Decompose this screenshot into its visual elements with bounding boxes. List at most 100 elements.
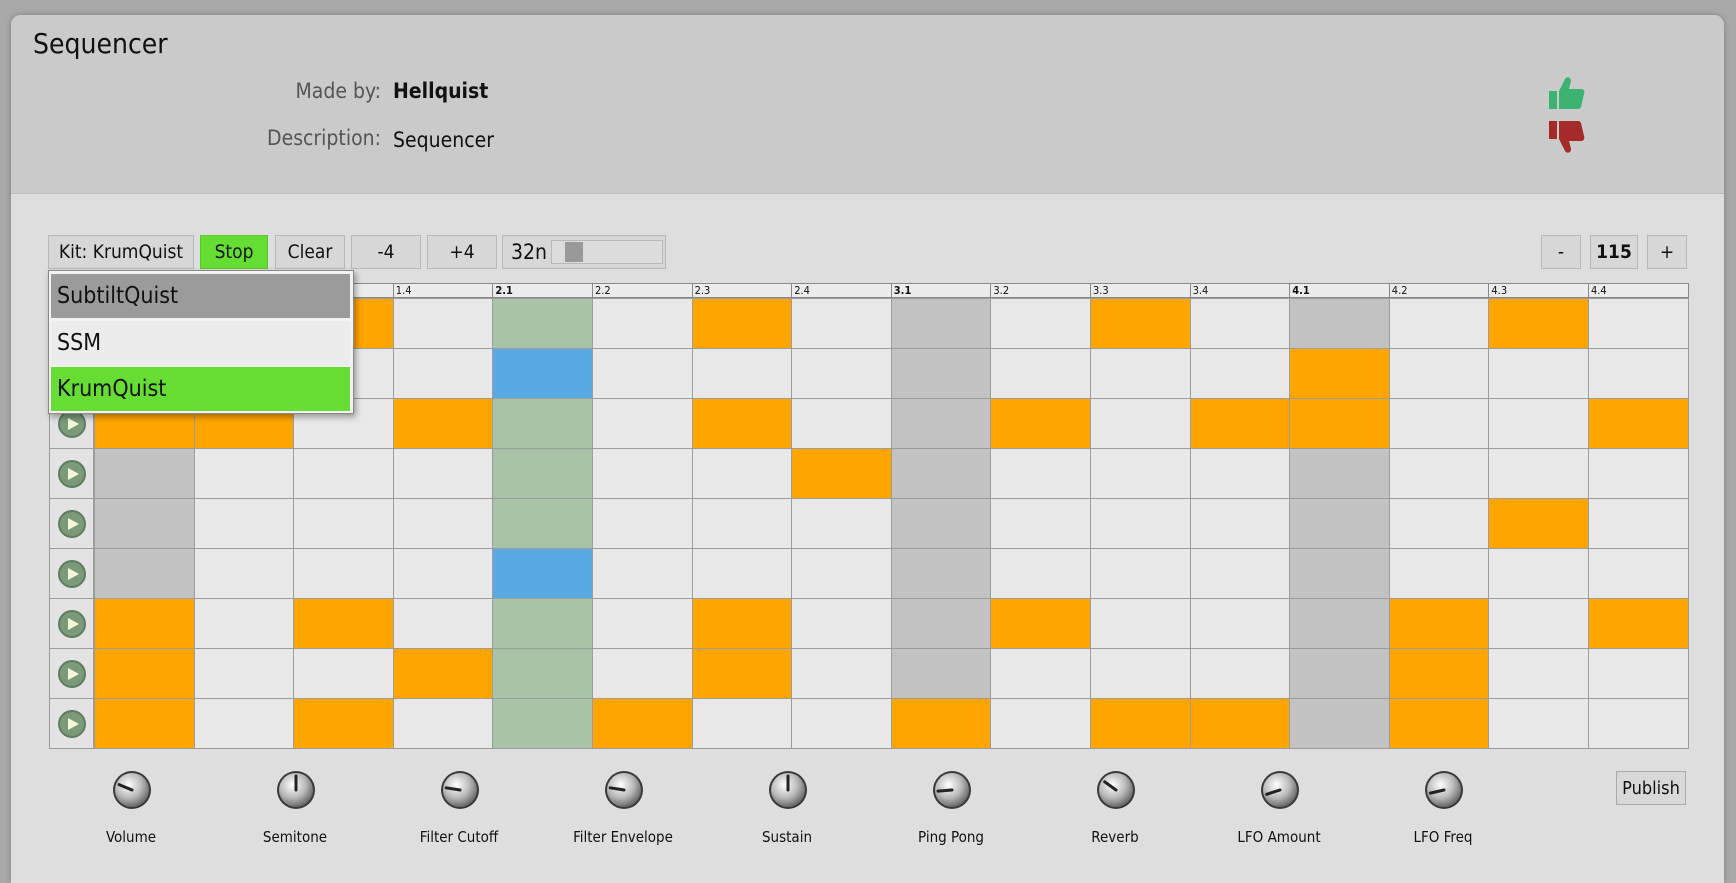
step-cell[interactable] xyxy=(890,298,992,349)
step-cell[interactable] xyxy=(392,548,494,599)
step-cell[interactable] xyxy=(94,448,195,499)
step-cell[interactable] xyxy=(691,448,793,499)
step-cell[interactable] xyxy=(293,598,394,649)
step-cell[interactable] xyxy=(691,348,793,399)
kit-option-ssm[interactable]: SSM xyxy=(51,321,350,365)
kit-select-button[interactable]: Kit: KrumQuist xyxy=(48,235,194,269)
step-cell[interactable] xyxy=(1090,298,1191,349)
step-cell[interactable] xyxy=(1588,348,1689,399)
step-cell[interactable] xyxy=(1189,348,1291,399)
step-cell[interactable] xyxy=(1588,448,1689,499)
step-cell[interactable] xyxy=(1289,348,1390,399)
step-cell[interactable] xyxy=(791,598,892,649)
step-cell[interactable] xyxy=(592,598,693,649)
step-cell[interactable] xyxy=(293,448,394,499)
step-cell[interactable] xyxy=(1488,598,1589,649)
step-cell[interactable] xyxy=(1388,348,1490,399)
step-cell[interactable] xyxy=(691,398,793,449)
step-cell[interactable] xyxy=(1090,498,1191,549)
step-cell[interactable] xyxy=(492,598,593,649)
knob[interactable] xyxy=(767,769,809,811)
step-cell[interactable] xyxy=(1388,648,1490,699)
step-cell[interactable] xyxy=(691,698,793,749)
step-cell[interactable] xyxy=(1090,348,1191,399)
step-cell[interactable] xyxy=(94,548,195,599)
step-cell[interactable] xyxy=(94,648,195,699)
step-cell[interactable] xyxy=(990,348,1091,399)
step-cell[interactable] xyxy=(1588,298,1689,349)
step-cell[interactable] xyxy=(492,548,593,599)
step-cell[interactable] xyxy=(791,398,892,449)
step-cell[interactable] xyxy=(1588,598,1689,649)
step-cell[interactable] xyxy=(990,548,1091,599)
step-cell[interactable] xyxy=(1588,498,1689,549)
step-cell[interactable] xyxy=(492,348,593,399)
step-cell[interactable] xyxy=(1588,698,1689,749)
tempo-increase-button[interactable]: + xyxy=(1647,235,1687,269)
step-cell[interactable] xyxy=(1189,698,1291,749)
step-cell[interactable] xyxy=(492,648,593,699)
step-cell[interactable] xyxy=(293,698,394,749)
step-cell[interactable] xyxy=(1388,598,1490,649)
step-cell[interactable] xyxy=(791,498,892,549)
step-cell[interactable] xyxy=(592,398,693,449)
step-cell[interactable] xyxy=(1289,398,1390,449)
step-cell[interactable] xyxy=(492,298,593,349)
knob[interactable] xyxy=(439,769,481,811)
step-cell[interactable] xyxy=(1488,448,1589,499)
kit-option-krumquist[interactable]: KrumQuist xyxy=(51,367,350,411)
step-cell[interactable] xyxy=(1388,298,1490,349)
step-cell[interactable] xyxy=(1289,698,1390,749)
step-cell[interactable] xyxy=(1090,648,1191,699)
step-cell[interactable] xyxy=(990,498,1091,549)
step-cell[interactable] xyxy=(990,598,1091,649)
play-icon[interactable] xyxy=(58,610,86,638)
step-cell[interactable] xyxy=(592,648,693,699)
step-cell[interactable] xyxy=(890,698,992,749)
step-cell[interactable] xyxy=(1090,448,1191,499)
step-cell[interactable] xyxy=(691,598,793,649)
step-cell[interactable] xyxy=(94,698,195,749)
stop-button[interactable]: Stop xyxy=(200,235,268,269)
step-cell[interactable] xyxy=(1488,548,1589,599)
step-cell[interactable] xyxy=(293,548,394,599)
step-cell[interactable] xyxy=(1488,348,1589,399)
step-cell[interactable] xyxy=(592,298,693,349)
step-cell[interactable] xyxy=(1090,398,1191,449)
play-icon[interactable] xyxy=(58,660,86,688)
step-cell[interactable] xyxy=(1189,548,1291,599)
slider-thumb[interactable] xyxy=(565,242,583,262)
publish-button[interactable]: Publish xyxy=(1616,771,1686,805)
step-cell[interactable] xyxy=(1189,598,1291,649)
step-cell[interactable] xyxy=(492,698,593,749)
step-cell[interactable] xyxy=(1189,498,1291,549)
step-cell[interactable] xyxy=(1289,598,1390,649)
step-cell[interactable] xyxy=(193,498,295,549)
step-cell[interactable] xyxy=(990,448,1091,499)
step-cell[interactable] xyxy=(791,548,892,599)
step-cell[interactable] xyxy=(1289,648,1390,699)
step-cell[interactable] xyxy=(1189,648,1291,699)
step-cell[interactable] xyxy=(1289,548,1390,599)
step-cell[interactable] xyxy=(990,698,1091,749)
step-cell[interactable] xyxy=(1388,548,1490,599)
step-cell[interactable] xyxy=(1388,398,1490,449)
step-cell[interactable] xyxy=(890,348,992,399)
step-cell[interactable] xyxy=(592,348,693,399)
step-cell[interactable] xyxy=(392,448,494,499)
step-cell[interactable] xyxy=(592,548,693,599)
step-cell[interactable] xyxy=(890,498,992,549)
step-cell[interactable] xyxy=(193,548,295,599)
step-cell[interactable] xyxy=(890,648,992,699)
step-cell[interactable] xyxy=(592,498,693,549)
knob[interactable] xyxy=(1423,769,1465,811)
knob[interactable] xyxy=(1259,769,1301,811)
step-cell[interactable] xyxy=(94,598,195,649)
shift-minus4-button[interactable]: -4 xyxy=(351,235,421,269)
clear-button[interactable]: Clear xyxy=(275,235,345,269)
tempo-decrease-button[interactable]: - xyxy=(1541,235,1581,269)
resolution-slider[interactable] xyxy=(551,240,663,264)
step-cell[interactable] xyxy=(791,348,892,399)
step-cell[interactable] xyxy=(193,598,295,649)
made-by-value[interactable]: Hellquist xyxy=(393,79,488,103)
